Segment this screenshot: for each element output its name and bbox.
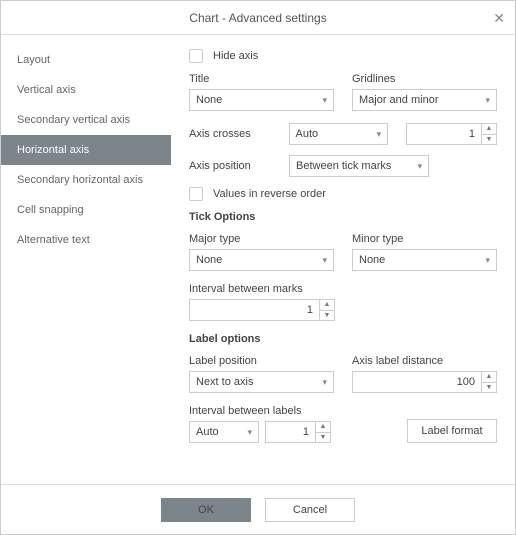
axis-crosses-select[interactable]: Auto ▾ xyxy=(289,123,389,145)
reverse-order-checkbox[interactable] xyxy=(189,187,203,201)
close-icon[interactable]: ✕ xyxy=(493,11,505,25)
spinner-down-icon[interactable]: ▼ xyxy=(482,383,496,393)
interval-marks-label: Interval between marks xyxy=(189,283,497,295)
gridlines-select[interactable]: Major and minor ▾ xyxy=(352,89,497,111)
spinner-up-icon[interactable]: ▲ xyxy=(482,124,496,135)
interval-labels-label: Interval between labels xyxy=(189,405,334,417)
chevron-down-icon: ▾ xyxy=(485,255,490,266)
interval-labels-spinner[interactable]: 1 ▲▼ xyxy=(265,421,331,443)
ok-button-label: OK xyxy=(198,504,214,516)
minor-type-select[interactable]: None ▾ xyxy=(352,249,497,271)
axis-crosses-spinner[interactable]: 1 ▲▼ xyxy=(406,123,497,145)
spinner-up-icon[interactable]: ▲ xyxy=(316,422,330,433)
title-select-value: None xyxy=(196,94,222,106)
axis-position-label: Axis position xyxy=(189,160,289,172)
sidebar: Layout Vertical axis Secondary vertical … xyxy=(1,35,171,484)
minor-type-value: None xyxy=(359,254,385,266)
dialog-footer: OK Cancel xyxy=(1,484,515,534)
label-position-select[interactable]: Next to axis ▾ xyxy=(189,371,334,393)
chevron-down-icon: ▾ xyxy=(377,129,382,140)
label-format-button-label: Label format xyxy=(421,425,482,437)
spinner-up-icon[interactable]: ▲ xyxy=(482,372,496,383)
spinner-up-icon[interactable]: ▲ xyxy=(320,300,334,311)
sidebar-item-secondary-vertical-axis[interactable]: Secondary vertical axis xyxy=(1,105,171,135)
sidebar-item-alternative-text[interactable]: Alternative text xyxy=(1,225,171,255)
sidebar-item-layout[interactable]: Layout xyxy=(1,45,171,75)
label-format-button[interactable]: Label format xyxy=(407,419,497,443)
interval-labels-num[interactable]: 1 xyxy=(265,421,315,443)
minor-type-label: Minor type xyxy=(352,233,497,245)
chevron-down-icon: ▾ xyxy=(322,255,327,266)
sidebar-item-cell-snapping[interactable]: Cell snapping xyxy=(1,195,171,225)
interval-labels-value: Auto xyxy=(196,426,219,438)
chevron-down-icon: ▾ xyxy=(417,161,422,172)
label-position-label: Label position xyxy=(189,355,334,367)
label-options-heading: Label options xyxy=(189,333,497,345)
axis-crosses-value: Auto xyxy=(296,128,319,140)
chevron-down-icon: ▾ xyxy=(322,377,327,388)
cancel-button-label: Cancel xyxy=(293,504,327,516)
sidebar-item-horizontal-axis[interactable]: Horizontal axis xyxy=(1,135,171,165)
major-type-label: Major type xyxy=(189,233,334,245)
spinner-down-icon[interactable]: ▼ xyxy=(320,311,334,321)
label-position-value: Next to axis xyxy=(196,376,253,388)
axis-label-distance-label: Axis label distance xyxy=(352,355,497,367)
cancel-button[interactable]: Cancel xyxy=(265,498,355,522)
chevron-down-icon: ▾ xyxy=(247,427,252,438)
hide-axis-label: Hide axis xyxy=(213,50,258,62)
chevron-down-icon: ▾ xyxy=(485,95,490,106)
sidebar-item-secondary-horizontal-axis[interactable]: Secondary horizontal axis xyxy=(1,165,171,195)
dialog-titlebar: Chart - Advanced settings ✕ xyxy=(1,1,515,35)
reverse-order-label: Values in reverse order xyxy=(213,188,326,200)
axis-label-distance-value[interactable]: 100 xyxy=(352,371,481,393)
axis-crosses-label: Axis crosses xyxy=(189,128,289,140)
interval-marks-spinner[interactable]: 1 ▲▼ xyxy=(189,299,497,321)
content-panel: Hide axis Title None ▾ Gridlines Major a… xyxy=(171,35,515,484)
title-label: Title xyxy=(189,73,334,85)
dialog-title: Chart - Advanced settings xyxy=(189,11,326,25)
chevron-down-icon: ▾ xyxy=(322,95,327,106)
title-select[interactable]: None ▾ xyxy=(189,89,334,111)
ok-button[interactable]: OK xyxy=(161,498,251,522)
gridlines-select-value: Major and minor xyxy=(359,94,438,106)
spinner-down-icon[interactable]: ▼ xyxy=(316,433,330,443)
chart-advanced-settings-dialog: Chart - Advanced settings ✕ Layout Verti… xyxy=(0,0,516,535)
axis-position-select[interactable]: Between tick marks ▾ xyxy=(289,155,429,177)
tick-options-heading: Tick Options xyxy=(189,211,497,223)
major-type-select[interactable]: None ▾ xyxy=(189,249,334,271)
sidebar-item-vertical-axis[interactable]: Vertical axis xyxy=(1,75,171,105)
interval-labels-select[interactable]: Auto ▾ xyxy=(189,421,259,443)
axis-crosses-num[interactable]: 1 xyxy=(406,123,481,145)
interval-marks-value[interactable]: 1 xyxy=(189,299,319,321)
axis-position-value: Between tick marks xyxy=(296,160,391,172)
hide-axis-checkbox[interactable] xyxy=(189,49,203,63)
gridlines-label: Gridlines xyxy=(352,73,497,85)
major-type-value: None xyxy=(196,254,222,266)
axis-label-distance-spinner[interactable]: 100 ▲▼ xyxy=(352,371,497,393)
dialog-body: Layout Vertical axis Secondary vertical … xyxy=(1,35,515,484)
spinner-down-icon[interactable]: ▼ xyxy=(482,135,496,145)
